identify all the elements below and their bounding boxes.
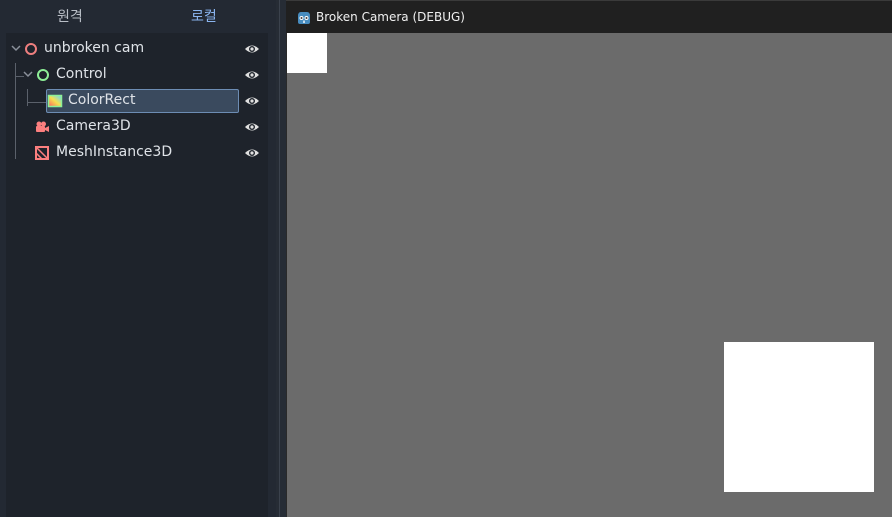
tab-local[interactable]: 로컬 [191,6,217,26]
meshinstance3d-icon [35,146,49,160]
node-label: unbroken cam [44,40,145,56]
window-title: Broken Camera (DEBUG) [316,10,465,24]
scene-tree: unbroken cam Control ColorRect Camera3D … [6,33,268,517]
window-titlebar[interactable]: Broken Camera (DEBUG) [286,0,892,33]
scene-dock: 원격 로컬 unbroken cam Control ColorRect Cam… [0,0,276,517]
eye-icon[interactable] [244,146,260,160]
chevron-down-icon[interactable] [23,69,33,79]
control-node-icon [37,69,49,81]
node-label: Camera3D [56,118,131,134]
white-rect-small [287,33,327,73]
eye-icon[interactable] [244,42,260,56]
chevron-down-icon[interactable] [11,43,21,53]
tree-row-unbroken-cam[interactable]: unbroken cam [6,36,268,62]
node-label: MeshInstance3D [56,144,173,160]
scene-tabs: 원격 로컬 [0,0,276,32]
splitter-line [279,0,280,517]
white-rect-large [724,342,874,492]
dock-splitter[interactable] [276,0,286,517]
tree-row-meshinstance3d[interactable]: MeshInstance3D [6,140,268,166]
colorrect-icon [47,94,63,108]
node-label: ColorRect [68,92,136,108]
tree-row-camera3d[interactable]: Camera3D [6,114,268,140]
game-viewport[interactable] [287,33,892,517]
tree-row-colorrect[interactable]: ColorRect [6,88,268,114]
node-root-icon [25,43,37,55]
debug-window: Broken Camera (DEBUG) [286,0,892,517]
eye-icon[interactable] [244,120,260,134]
camera3d-icon [36,121,49,132]
tab-remote[interactable]: 원격 [57,6,83,26]
node-label: Control [56,66,107,82]
godot-icon [298,12,310,24]
eye-icon[interactable] [244,94,260,108]
tree-row-control[interactable]: Control [6,62,268,88]
eye-icon[interactable] [244,68,260,82]
